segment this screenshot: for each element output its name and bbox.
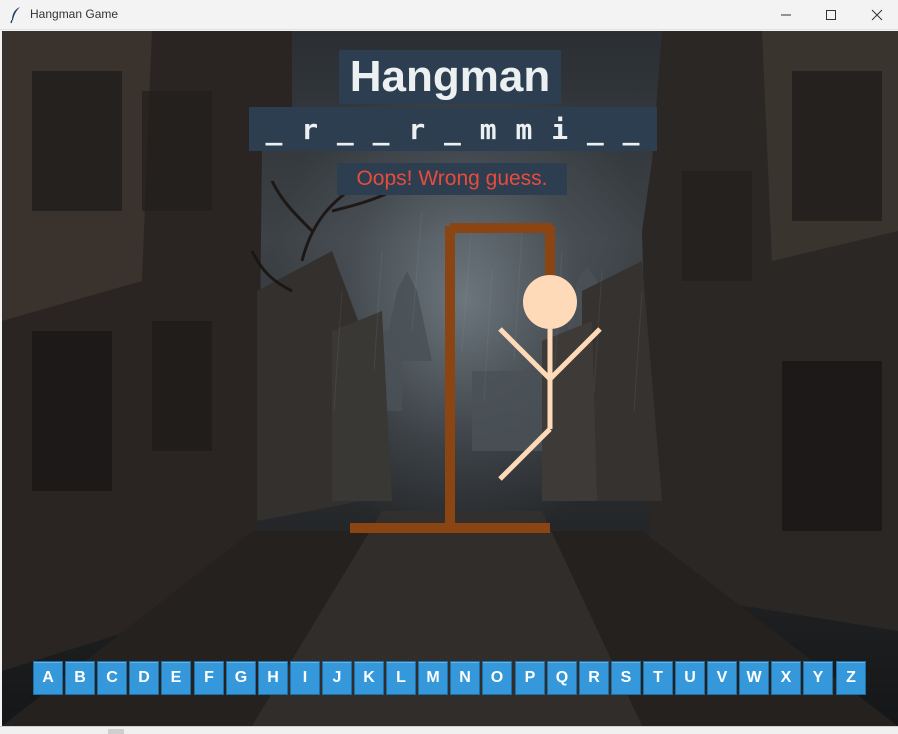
window-title: Hangman Game	[30, 7, 119, 21]
letter-button-z[interactable]: Z	[836, 661, 866, 695]
letter-button-l[interactable]: L	[386, 661, 416, 695]
game-canvas: Hangman _ r _ _ r _ m m i _ _ Oops! Wron…	[2, 31, 898, 726]
letter-button-x[interactable]: X	[771, 661, 801, 695]
letter-button-j[interactable]: J	[322, 661, 352, 695]
letter-button-s[interactable]: S	[611, 661, 641, 695]
horizontal-scrollbar[interactable]	[0, 726, 898, 734]
status-message: Oops! Wrong guess.	[356, 167, 548, 190]
letter-button-v[interactable]: V	[707, 661, 737, 695]
message-panel: Oops! Wrong guess.	[337, 163, 567, 195]
letter-button-u[interactable]: U	[675, 661, 705, 695]
letter-button-d[interactable]: D	[129, 661, 159, 695]
letter-button-n[interactable]: N	[450, 661, 480, 695]
letter-button-k[interactable]: K	[354, 661, 384, 695]
letter-button-b[interactable]: B	[65, 661, 95, 695]
figure-head	[523, 275, 577, 329]
figure-left-arm	[498, 327, 552, 381]
letter-button-h[interactable]: H	[258, 661, 288, 695]
close-button[interactable]	[854, 0, 898, 30]
letter-button-r[interactable]: R	[579, 661, 609, 695]
window-titlebar: Hangman Game	[0, 0, 898, 30]
title-panel: Hangman	[339, 50, 561, 104]
letter-button-i[interactable]: I	[290, 661, 320, 695]
letter-button-a[interactable]: A	[33, 661, 63, 695]
letter-button-q[interactable]: Q	[547, 661, 577, 695]
game-title: Hangman	[349, 52, 551, 101]
minimize-icon	[781, 14, 791, 16]
letter-button-w[interactable]: W	[739, 661, 769, 695]
feather-icon	[10, 7, 20, 24]
gallows	[350, 223, 555, 533]
stick-figure	[498, 275, 602, 481]
letter-button-f[interactable]: F	[194, 661, 224, 695]
letter-button-c[interactable]: C	[97, 661, 127, 695]
close-icon	[871, 9, 883, 21]
letter-keyboard: ABCDEFGHIJKLMNOPQRSTUVWXYZ	[33, 661, 867, 695]
letter-button-t[interactable]: T	[643, 661, 673, 695]
figure-left-leg	[498, 427, 552, 481]
letter-button-p[interactable]: P	[515, 661, 545, 695]
letter-button-g[interactable]: G	[226, 661, 256, 695]
word-panel: _ r _ _ r _ m m i _ _	[249, 107, 657, 151]
figure-right-arm	[548, 327, 602, 381]
letter-button-y[interactable]: Y	[803, 661, 833, 695]
minimize-button[interactable]	[763, 0, 809, 30]
scrollbar-thumb[interactable]	[108, 729, 124, 734]
letter-button-e[interactable]: E	[161, 661, 191, 695]
maximize-icon	[826, 10, 836, 20]
letter-button-m[interactable]: M	[418, 661, 448, 695]
masked-word: _ r _ _ r _ m m i _ _	[265, 112, 641, 146]
letter-button-o[interactable]: O	[482, 661, 512, 695]
maximize-button[interactable]	[808, 0, 854, 30]
